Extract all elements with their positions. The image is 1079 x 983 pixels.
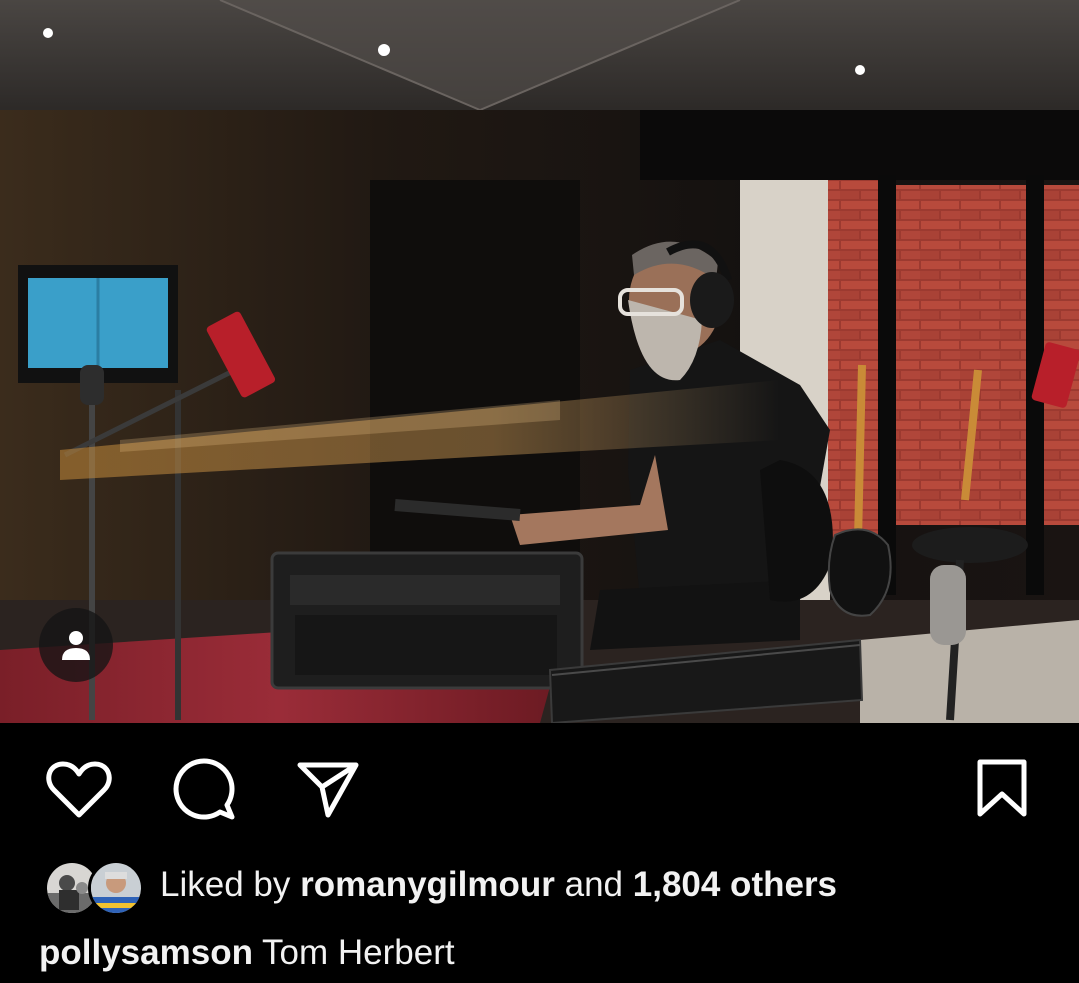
caption-text: Tom Herbert <box>262 933 455 972</box>
caption: pollysamson Tom Herbert <box>39 925 455 981</box>
liker-avatars[interactable] <box>44 857 144 916</box>
person-icon <box>62 631 90 660</box>
like-button[interactable] <box>43 753 115 825</box>
heart-icon <box>46 761 112 818</box>
share-button[interactable] <box>292 753 364 825</box>
comment-bubble-icon <box>173 758 235 820</box>
likes-count[interactable]: 1,804 others <box>633 865 837 904</box>
studio-photo <box>0 0 1079 723</box>
liked-by-label: Liked by <box>160 865 291 904</box>
likes-summary: Liked by romanygilmour and 1,804 others <box>160 865 837 905</box>
likes-row: Liked by romanygilmour and 1,804 others <box>0 852 1079 918</box>
comment-button[interactable] <box>168 753 240 825</box>
avatar <box>88 860 144 916</box>
save-button[interactable] <box>966 753 1038 825</box>
tag-people-button[interactable] <box>39 608 113 682</box>
caption-username[interactable]: pollysamson <box>39 933 253 972</box>
paper-plane-icon <box>297 762 359 818</box>
post-actions-bar <box>0 723 1079 843</box>
bookmark-icon <box>977 759 1027 817</box>
likes-conjunction: and <box>564 865 624 904</box>
liker-username[interactable]: romanygilmour <box>300 865 555 904</box>
post-photo[interactable] <box>0 0 1079 723</box>
